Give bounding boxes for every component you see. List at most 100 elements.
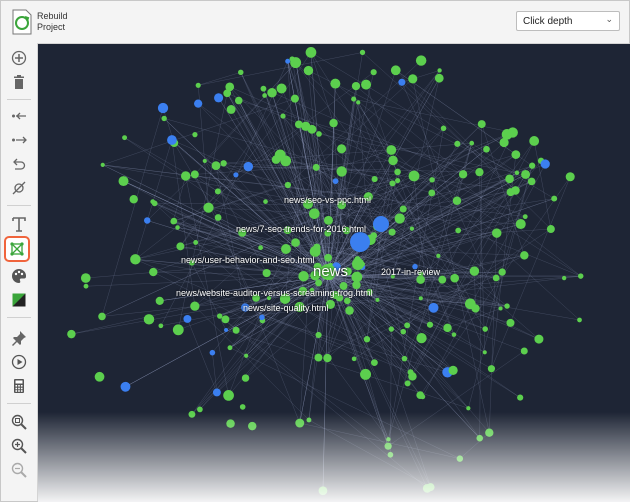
graph-node[interactable] (370, 69, 377, 76)
graph-node[interactable] (175, 225, 180, 230)
click-depth-select[interactable]: Click depth ⌄ (516, 11, 620, 31)
play-icon[interactable] (8, 351, 30, 373)
graph-node[interactable] (469, 140, 475, 146)
graph-hub-node[interactable] (350, 232, 370, 252)
graph-node[interactable] (80, 273, 91, 283)
graph-node[interactable] (375, 297, 380, 302)
graph-node[interactable] (464, 298, 476, 310)
graph-node[interactable] (161, 115, 167, 122)
text-icon[interactable] (8, 213, 30, 235)
graph-node[interactable] (522, 214, 528, 220)
graph-layout-icon[interactable] (4, 236, 30, 262)
graph-node[interactable] (359, 49, 366, 56)
graph-node[interactable] (454, 140, 461, 147)
graph-node[interactable] (400, 328, 407, 335)
graph-node[interactable] (214, 188, 221, 195)
graph-node[interactable] (408, 372, 417, 381)
graph-node[interactable] (466, 406, 471, 411)
graph-node[interactable] (192, 132, 198, 138)
graph-node[interactable] (100, 162, 105, 167)
graph-node[interactable] (118, 176, 129, 187)
graph-node[interactable] (514, 170, 520, 176)
graph-node[interactable] (458, 170, 468, 179)
graph-node[interactable] (323, 353, 332, 363)
graph-node[interactable] (318, 486, 328, 496)
graph-node[interactable] (337, 144, 347, 154)
graph-node[interactable] (324, 253, 333, 262)
graph-node[interactable] (276, 83, 287, 94)
graph-node[interactable] (529, 162, 536, 169)
graph-node[interactable] (437, 68, 442, 73)
graph-node[interactable] (395, 177, 401, 184)
graph-node[interactable] (492, 228, 502, 238)
graph-node[interactable] (262, 93, 267, 98)
graph-node[interactable] (239, 404, 246, 410)
graph-node[interactable] (176, 242, 185, 251)
rebuild-project-button[interactable]: Rebuild Project (11, 7, 81, 37)
graph-node[interactable] (294, 120, 303, 129)
graph-node[interactable] (122, 135, 128, 141)
graph-node[interactable] (224, 328, 229, 333)
graph-node[interactable] (308, 208, 320, 219)
graph-node[interactable] (498, 268, 506, 276)
graph-node[interactable] (529, 136, 540, 146)
graph-node[interactable] (450, 273, 460, 283)
graph-node[interactable] (511, 150, 521, 159)
graph-node[interactable] (408, 74, 418, 84)
graph-node[interactable] (248, 421, 257, 431)
graph-node[interactable] (345, 306, 354, 315)
graph-node[interactable] (129, 195, 138, 204)
graph-node[interactable] (193, 240, 199, 245)
graph-node[interactable] (418, 296, 423, 301)
graph-hub-node[interactable] (281, 244, 291, 254)
graph-node[interactable] (482, 326, 488, 332)
graph-node[interactable] (232, 326, 240, 334)
graph-node[interactable] (565, 172, 575, 182)
graph-node[interactable] (351, 271, 363, 283)
graph-hub-node[interactable] (373, 216, 389, 232)
graph-node[interactable] (506, 318, 515, 327)
graph-node[interactable] (390, 65, 401, 76)
graph-node[interactable] (274, 149, 286, 161)
graph-node[interactable] (149, 267, 158, 277)
graph-node[interactable] (190, 301, 200, 311)
graph-node[interactable] (263, 199, 268, 204)
graph-node[interactable] (534, 334, 544, 344)
pin-icon[interactable] (8, 327, 30, 349)
graph-node[interactable] (120, 381, 131, 392)
graph-node[interactable] (195, 82, 201, 88)
graph-hub-node[interactable] (352, 258, 364, 270)
graph-node[interactable] (143, 217, 151, 224)
graph-node[interactable] (456, 455, 464, 462)
zoom-fit-icon[interactable] (8, 411, 30, 433)
graph-node[interactable] (540, 159, 550, 169)
graph-node[interactable] (426, 483, 435, 492)
graph-node[interactable] (356, 100, 361, 105)
graph-node[interactable] (329, 118, 338, 128)
graph-node[interactable] (150, 199, 156, 205)
graph-node[interactable] (289, 56, 295, 62)
graph-node[interactable] (515, 219, 526, 230)
graph-node[interactable] (234, 96, 243, 105)
zoom-out-icon[interactable] (8, 459, 30, 481)
graph-node[interactable] (469, 266, 480, 276)
graph-node[interactable] (429, 177, 435, 183)
graph-node[interactable] (262, 268, 271, 278)
graph-node[interactable] (158, 323, 164, 329)
graph-node[interactable] (330, 78, 341, 89)
eye-off-icon[interactable] (8, 177, 30, 199)
add-icon[interactable] (8, 47, 30, 69)
graph-node[interactable] (214, 93, 224, 103)
graph-node[interactable] (487, 365, 496, 373)
graph-node[interactable] (492, 274, 500, 282)
graph-node[interactable] (212, 388, 221, 397)
arrow-in-icon[interactable] (8, 105, 30, 127)
graph-node[interactable] (233, 172, 239, 178)
graph-node[interactable] (180, 171, 191, 181)
palette-icon[interactable] (8, 265, 30, 287)
graph-node[interactable] (520, 251, 529, 260)
graph-node[interactable] (476, 434, 484, 442)
graph-node[interactable] (197, 406, 203, 413)
graph-node[interactable] (394, 213, 405, 224)
graph-node[interactable] (83, 283, 89, 289)
